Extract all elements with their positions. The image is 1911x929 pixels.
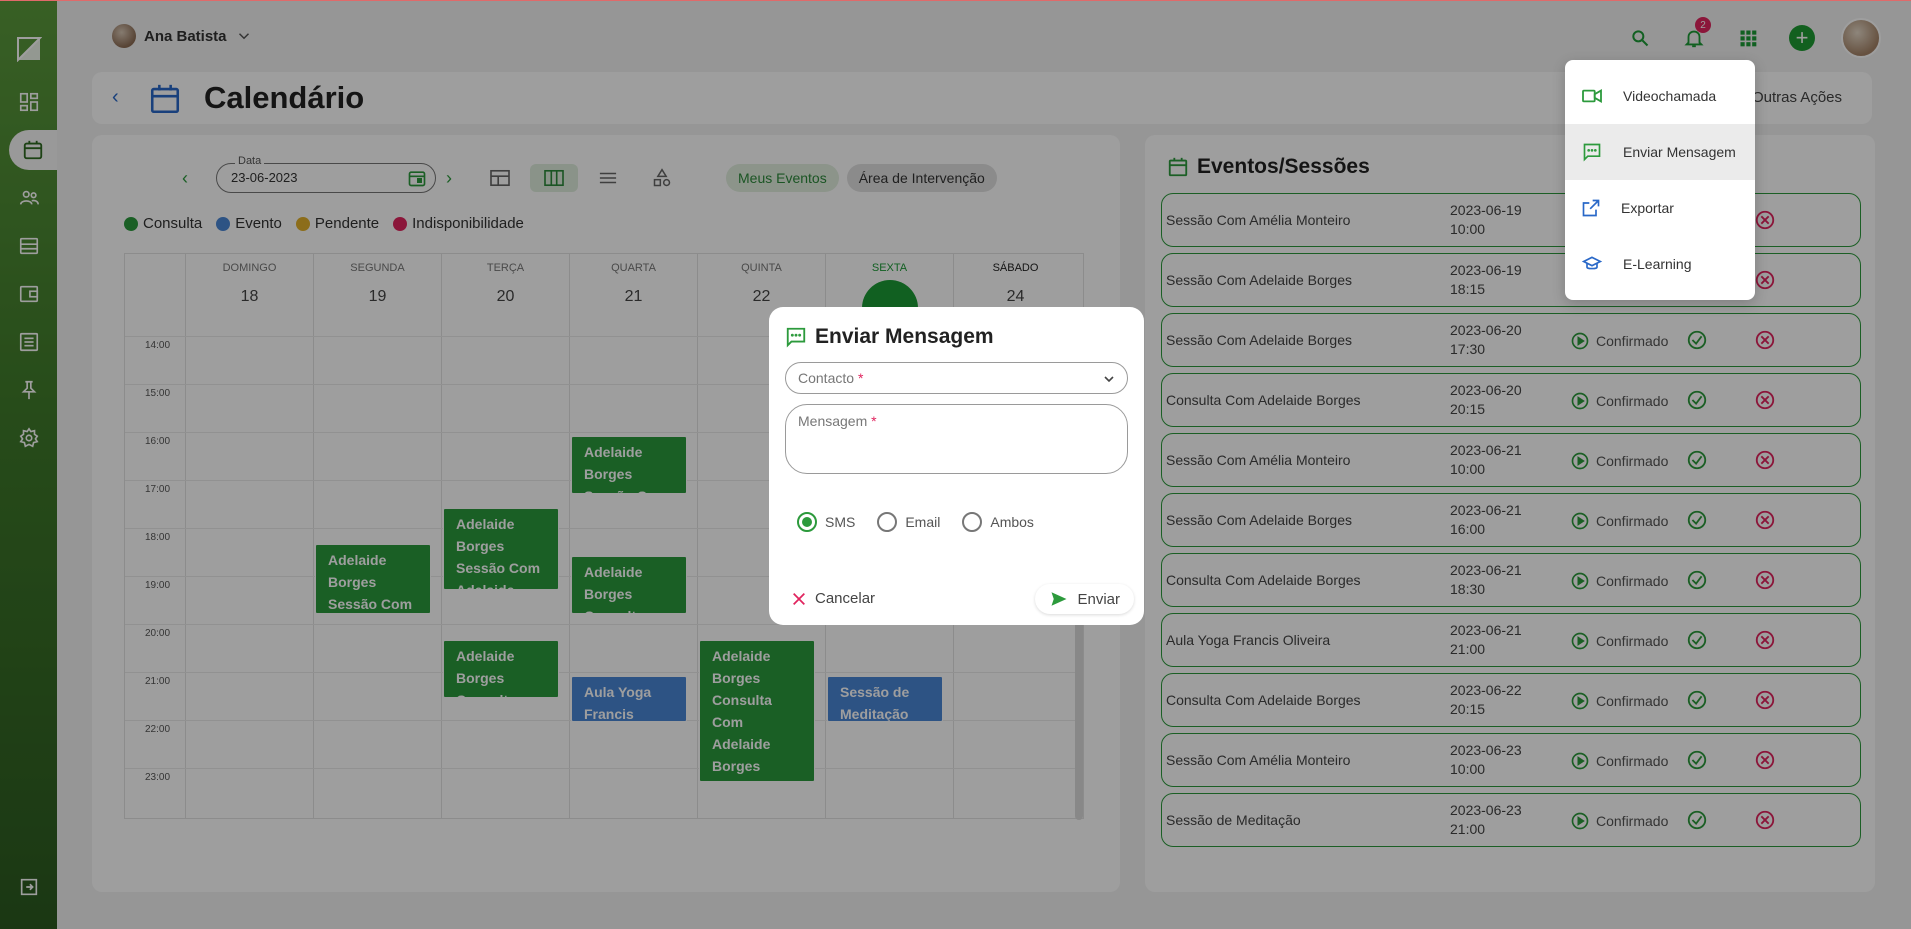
radio-selected-icon bbox=[797, 512, 817, 532]
export-icon bbox=[1582, 199, 1600, 217]
message-icon bbox=[786, 327, 806, 348]
video-icon bbox=[1582, 89, 1602, 103]
send-icon bbox=[1051, 592, 1067, 606]
school-icon bbox=[1581, 256, 1603, 270]
required-mark: * bbox=[857, 370, 864, 386]
dialog-title: Enviar Mensagem bbox=[785, 325, 994, 349]
radio-email[interactable]: Email bbox=[877, 512, 940, 532]
radio-empty-icon bbox=[877, 512, 898, 532]
menu-item-exportar[interactable]: Exportar bbox=[1565, 180, 1755, 236]
menu-item-enviar-mensagem[interactable]: Enviar Mensagem bbox=[1565, 124, 1755, 180]
channel-options: SMS Email Ambos bbox=[797, 512, 1034, 532]
radio-ambos[interactable]: Ambos bbox=[962, 512, 1034, 532]
contact-select[interactable]: Contacto * bbox=[785, 362, 1128, 394]
required-mark: * bbox=[871, 413, 877, 429]
send-message-dialog: Enviar Mensagem Contacto * Mensagem * SM… bbox=[769, 307, 1144, 625]
send-button[interactable]: Enviar bbox=[1035, 584, 1134, 614]
message-icon bbox=[1583, 143, 1601, 162]
menu-item-e-learning[interactable]: E-Learning bbox=[1565, 236, 1755, 292]
menu-item-videochamada[interactable]: Videochamada bbox=[1565, 68, 1755, 124]
actions-dropdown-menu: Videochamada Enviar Mensagem Exportar E-… bbox=[1565, 60, 1755, 300]
close-icon bbox=[793, 592, 805, 605]
cancel-button[interactable]: Cancelar bbox=[777, 584, 889, 613]
message-label: Mensagem bbox=[798, 413, 868, 429]
radio-empty-icon bbox=[962, 512, 983, 532]
radio-sms[interactable]: SMS bbox=[797, 512, 855, 532]
top-border-line bbox=[0, 0, 1911, 1]
contact-label: Contacto bbox=[798, 370, 855, 386]
message-textarea[interactable]: Mensagem * bbox=[785, 404, 1128, 474]
chevron-down-icon bbox=[1104, 376, 1114, 383]
